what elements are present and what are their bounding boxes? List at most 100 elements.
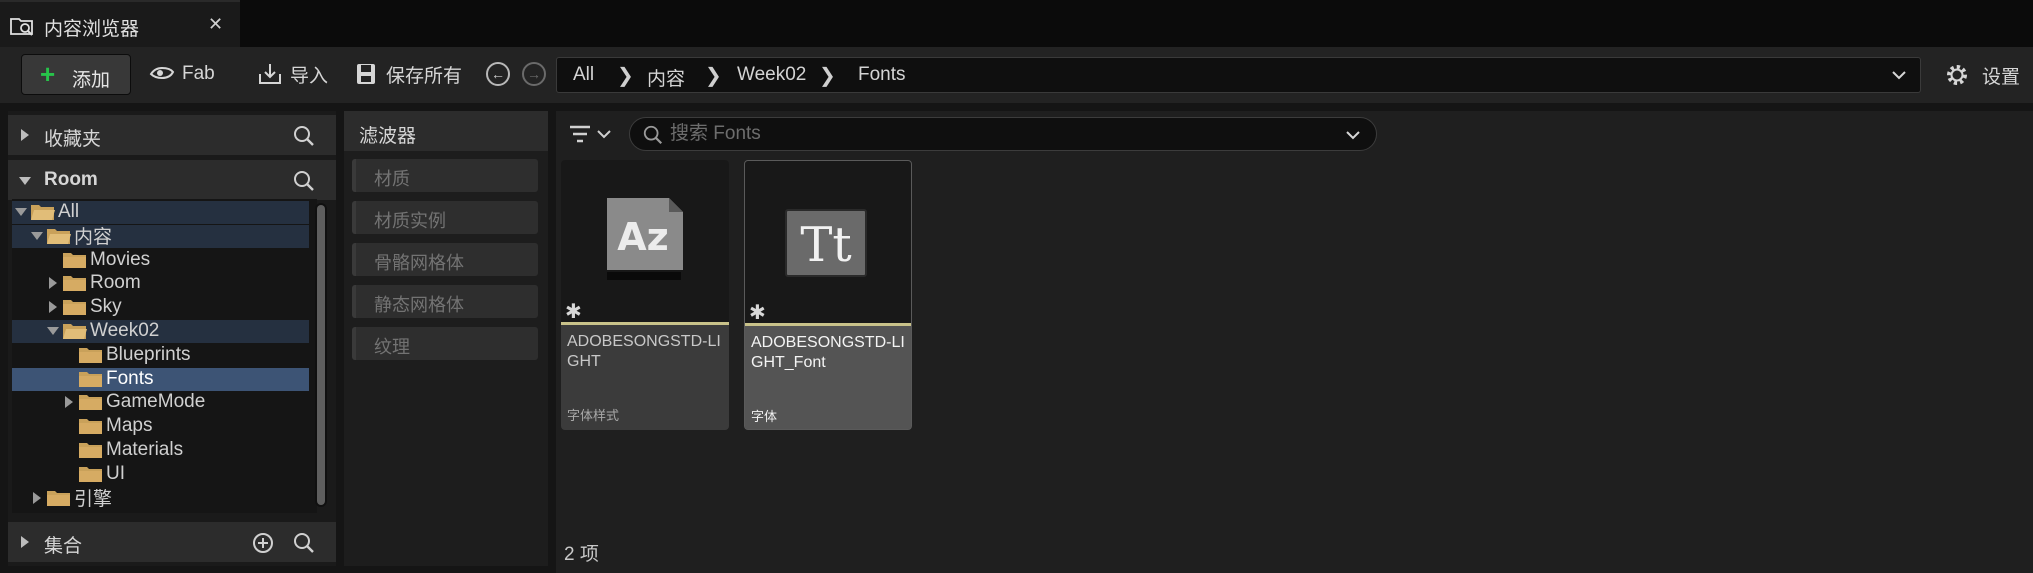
fab-label: Fab	[182, 63, 215, 84]
breadcrumb-item-all[interactable]: All	[573, 64, 594, 86]
import-icon	[259, 64, 281, 84]
search-icon[interactable]	[292, 169, 316, 193]
item-count: 2 项	[564, 544, 599, 565]
tree-spacer	[46, 253, 60, 267]
tab-content-browser[interactable]: 内容浏览器 ✕	[0, 0, 240, 47]
chevron-right-icon[interactable]	[62, 395, 76, 409]
breadcrumb-item-week02[interactable]: Week02	[737, 64, 806, 86]
favorites-header[interactable]: 收藏夹	[8, 115, 336, 155]
fab-icon	[149, 66, 175, 80]
tree-item-label: 引擎	[74, 489, 113, 511]
settings-button[interactable]: 设置	[1944, 58, 2020, 92]
folder-icon	[79, 419, 102, 435]
tree-spacer	[62, 372, 76, 386]
forward-arrow-icon[interactable]: →	[522, 62, 546, 86]
tree-item-12[interactable]: 引擎	[30, 487, 113, 511]
tree-item-label: Materials	[106, 439, 184, 460]
room-title: Room	[44, 169, 98, 190]
tree-item-label: UI	[106, 462, 125, 484]
tab-bar: 内容浏览器 ✕	[0, 0, 2033, 47]
chevron-right-icon[interactable]	[20, 128, 30, 142]
breadcrumb: All ❯ 内容 ❯ Week02 ❯ Fonts	[556, 57, 1921, 93]
chevron-down-icon[interactable]	[18, 176, 32, 186]
folder-icon	[79, 443, 102, 458]
tree-item-11[interactable]: UI	[62, 463, 125, 485]
search-icon[interactable]	[292, 124, 316, 148]
chevron-right-icon[interactable]	[30, 491, 44, 505]
tree-item-0[interactable]: All	[14, 201, 79, 223]
tree-item-7[interactable]: Fonts	[62, 368, 154, 390]
folder-tree: All 内容 Movies Room Sky Week02 Blueprints Fonts G…	[12, 199, 317, 513]
asset-view: Az ✱ ADOBESONGSTD-LIGHT 字体样式 Tt ✱ ADOBES…	[556, 111, 2033, 573]
tree-item-2[interactable]: Movies	[46, 249, 150, 271]
tree-item-label: All	[58, 201, 80, 222]
tree-item-6[interactable]: Blueprints	[62, 344, 191, 366]
breadcrumb-item-content[interactable]: 内容	[647, 64, 685, 91]
tree-item-label: Movies	[90, 248, 151, 270]
search-icon[interactable]	[292, 531, 316, 555]
chevron-down-icon[interactable]	[14, 205, 28, 219]
tree-item-label: Week02	[90, 320, 160, 341]
tree-item-label: Blueprints	[106, 343, 191, 365]
filters-panel: 滤波器 材质 材质实例 骨骼网格体 静态网格体 纹理	[344, 111, 548, 566]
add-collection-icon[interactable]	[251, 531, 275, 555]
add-label: 添加	[72, 70, 111, 91]
tree-item-4[interactable]: Sky	[46, 296, 122, 318]
tree-spacer	[62, 348, 76, 362]
tree-item-5[interactable]: Week02	[46, 320, 159, 342]
tree-item-9[interactable]: Maps	[62, 415, 152, 437]
breadcrumb-separator-icon[interactable]: ❯	[705, 63, 722, 88]
folder-open-icon	[31, 205, 55, 220]
filter-label: 材质	[374, 169, 410, 189]
chevron-right-icon[interactable]	[20, 535, 30, 549]
folder-icon	[79, 395, 102, 411]
filters-header: 滤波器	[344, 111, 548, 151]
import-button[interactable]: 导入	[256, 56, 328, 92]
back-arrow-icon[interactable]: ←	[486, 62, 510, 86]
collections-header[interactable]: 集合	[8, 522, 336, 562]
close-icon[interactable]: ✕	[208, 14, 223, 35]
chevron-down-icon[interactable]	[30, 229, 44, 243]
tree-item-10[interactable]: Materials	[62, 439, 183, 461]
tree-item-label: 内容	[74, 227, 113, 249]
tree-item-1[interactable]: 内容	[30, 225, 113, 249]
filter-static-mesh[interactable]: 静态网格体	[352, 285, 538, 318]
search-input[interactable]	[670, 122, 1310, 146]
sources-panel: 收藏夹 Room All 内容 Movies Room Sky Week02 Bluepri…	[8, 111, 336, 566]
tree-item-3[interactable]: Room	[46, 272, 141, 294]
filter-label: 骨骼网格体	[374, 253, 464, 273]
chevron-down-icon[interactable]	[1346, 128, 1360, 142]
asset-tile-font[interactable]: Tt ✱ ADOBESONGSTD-LIGHT_Font 字体	[744, 160, 912, 430]
chevron-down-icon[interactable]	[46, 324, 60, 338]
font-face-icon: Az	[607, 198, 683, 280]
search-box[interactable]	[629, 117, 1377, 151]
room-header[interactable]: Room	[8, 160, 336, 200]
gear-icon	[1947, 65, 1967, 85]
font-icon: Tt	[785, 209, 867, 277]
chevron-down-icon[interactable]	[1892, 68, 1906, 82]
scrollbar-thumb[interactable]	[317, 205, 325, 505]
tree-item-label: GameMode	[106, 391, 206, 413]
search-icon	[643, 125, 663, 145]
fab-button[interactable]: Fab	[148, 56, 215, 92]
filter-skeletal-mesh[interactable]: 骨骼网格体	[352, 243, 538, 276]
breadcrumb-separator-icon[interactable]: ❯	[617, 63, 634, 88]
asset-tile-font-face[interactable]: Az ✱ ADOBESONGSTD-LIGHT 字体样式	[561, 160, 729, 430]
folder-open-icon	[63, 324, 87, 339]
filter-label: 材质实例	[374, 211, 446, 231]
chevron-right-icon[interactable]	[46, 300, 60, 314]
breadcrumb-separator-icon[interactable]: ❯	[819, 63, 836, 88]
add-button[interactable]: + 添加	[21, 54, 131, 95]
asterisk-icon: ✱	[749, 302, 766, 324]
filter-texture[interactable]: 纹理	[352, 327, 538, 360]
breadcrumb-item-fonts[interactable]: Fonts	[858, 64, 906, 86]
filter-material[interactable]: 材质	[352, 159, 538, 192]
chevron-right-icon[interactable]	[46, 276, 60, 290]
save-all-button[interactable]: 保存所有	[352, 56, 462, 92]
asset-thumbnail: Az	[561, 160, 729, 322]
tree-item-label: Room	[90, 272, 141, 294]
filter-material-instance[interactable]: 材质实例	[352, 201, 538, 234]
tree-item-8[interactable]: GameMode	[62, 391, 205, 413]
collections-title: 集合	[44, 536, 83, 557]
filter-options-icon[interactable]	[568, 122, 616, 148]
